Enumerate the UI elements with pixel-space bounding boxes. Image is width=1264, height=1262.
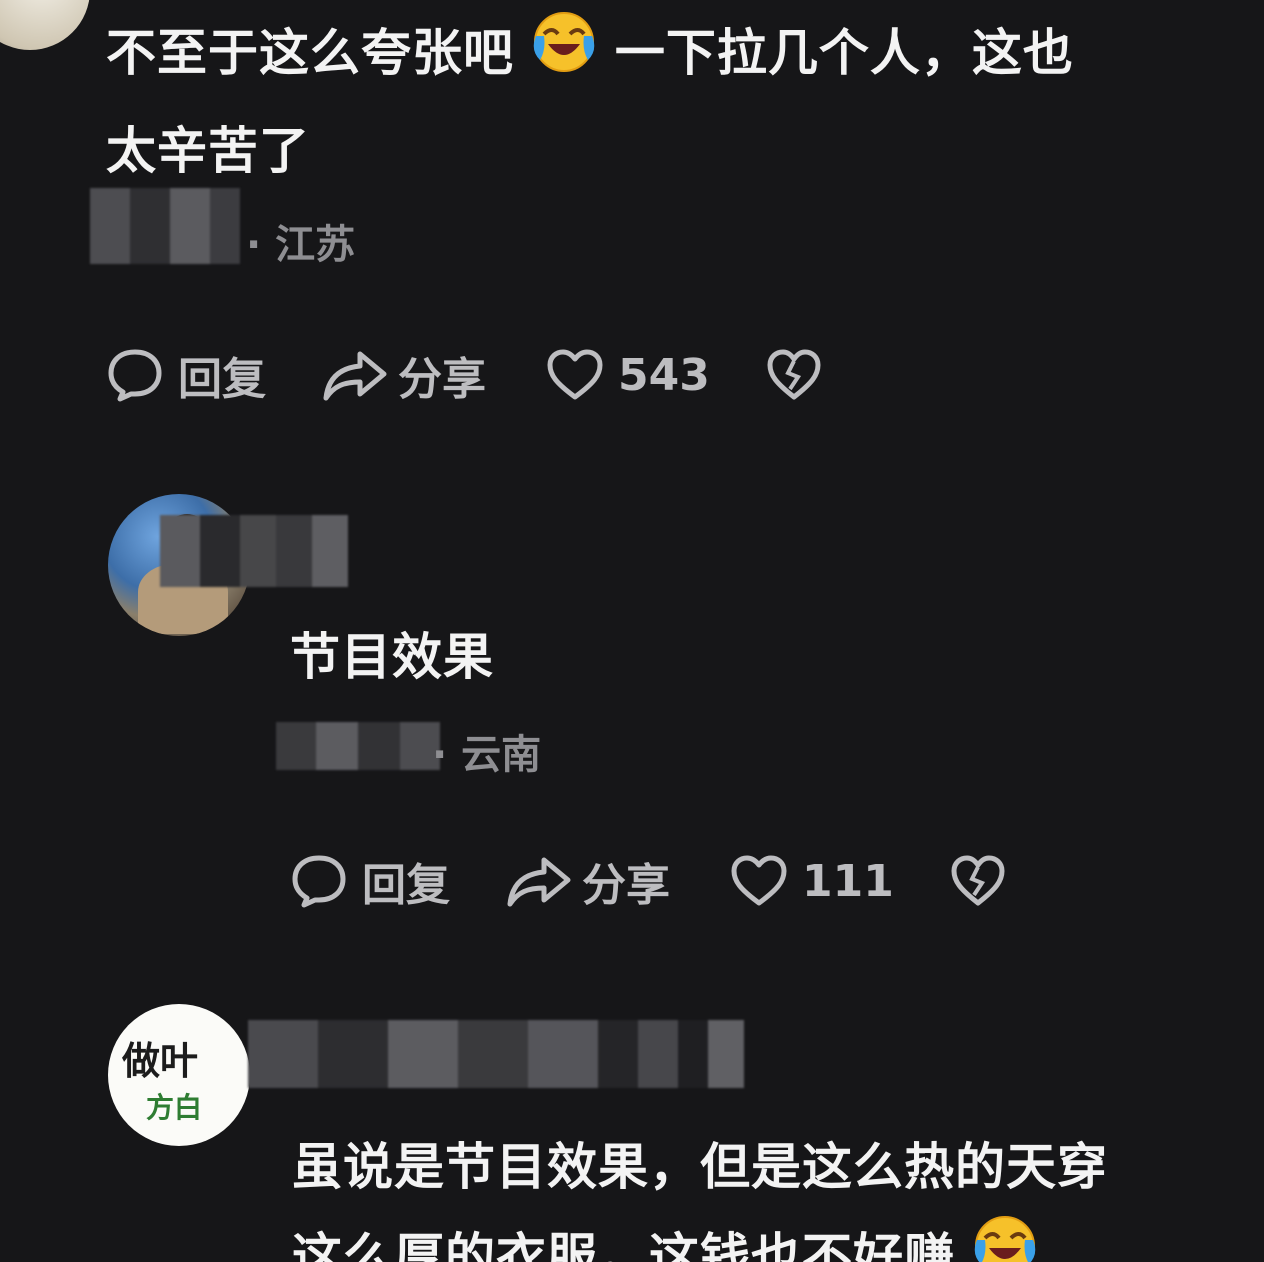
share-arrow-icon: [506, 852, 572, 910]
reply-button[interactable]: 回复: [290, 849, 450, 913]
avatar[interactable]: [0, 0, 90, 50]
avatar-calligraphy: 做叶: [122, 1038, 199, 1083]
share-arrow-icon: [322, 346, 388, 404]
dislike-button[interactable]: [950, 855, 1006, 907]
avatar[interactable]: 做叶 方白: [108, 1004, 250, 1146]
speech-bubble-icon: [106, 346, 164, 404]
blurred-username: [248, 1020, 744, 1088]
like-button[interactable]: 111: [730, 855, 894, 907]
comment-actions: 回复 分享 111: [290, 846, 1006, 916]
laughing-crying-emoji-icon: [532, 10, 596, 104]
avatar-calligraphy: 方白: [146, 1091, 203, 1124]
heart-icon: [546, 349, 604, 401]
speech-bubble-icon: [290, 852, 348, 910]
comment-actions: 回复 分享 543: [106, 340, 822, 410]
broken-heart-icon: [950, 855, 1006, 907]
blurred-username: [160, 515, 348, 587]
broken-heart-icon: [766, 349, 822, 401]
share-button[interactable]: 分享: [322, 343, 486, 407]
reply-button[interactable]: 回复: [106, 343, 266, 407]
comment-feed: 不至于这么夸张吧 一下拉几个人，这也 太辛苦了 · 江苏 回复 分享 543 节…: [0, 0, 1264, 1262]
share-button[interactable]: 分享: [506, 849, 670, 913]
comment-text: 节目效果: [290, 628, 494, 686]
comment-location: · 云南: [432, 732, 542, 778]
comment-text: 不至于这么夸张吧 一下拉几个人，这也: [106, 6, 1074, 104]
blurred-time: [276, 722, 440, 770]
dislike-button[interactable]: [766, 349, 822, 401]
comment-text: 太辛苦了: [106, 122, 310, 180]
laughing-crying-emoji-icon: [973, 1214, 1037, 1262]
comment-text: 这么厚的衣服，这钱也不好赚: [292, 1210, 1037, 1262]
like-button[interactable]: 543: [546, 349, 710, 401]
comment-location: · 江苏: [246, 222, 356, 268]
heart-icon: [730, 855, 788, 907]
blurred-time: [90, 188, 240, 264]
comment-text: 虽说是节目效果，但是这么热的天穿: [292, 1138, 1108, 1196]
